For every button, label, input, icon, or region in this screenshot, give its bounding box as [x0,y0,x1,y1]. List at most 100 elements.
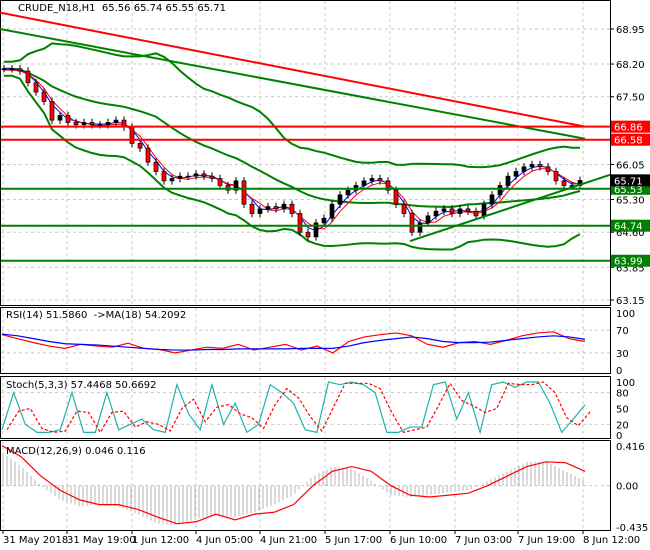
candle [513,171,519,177]
candle [161,171,167,182]
indicator-axis-label: 30 [616,349,629,360]
indicator-axis-label: 0 [616,431,622,442]
bollinger-upper [4,42,581,169]
candle [249,203,255,214]
price-axis-label: 63.15 [616,296,645,307]
candle [289,203,295,214]
candle [129,126,135,144]
candle [169,178,175,182]
candle [217,178,223,186]
stoch-title: Stoch(5,3,3) 57.4468 50.6692 [6,380,157,391]
candle [393,189,399,205]
candle [345,189,351,196]
candle [449,208,455,214]
candle [409,213,415,233]
candle [545,166,551,172]
candle [41,91,47,102]
candle [65,115,71,123]
candle [337,194,343,205]
indicator-axis-label: 0 [616,366,622,377]
candle [433,210,439,217]
candle [497,185,503,196]
indicator-axis-label: 0.00 [616,482,638,493]
candle [441,208,447,212]
indicator-axis-label: 100 [616,309,635,320]
time-label: 1 Jun 12:00 [132,535,189,546]
candle [193,173,199,177]
candle [561,180,567,186]
long-ma-red [0,11,586,128]
time-label: 7 Jun 19:00 [518,535,575,546]
indicator-axis-label: 80 [616,389,629,400]
candle [137,143,143,149]
long-ma-green [0,28,586,140]
indicator-axis-label: 0.416 [616,442,645,453]
rsi-line [1,331,586,354]
candle [401,203,407,214]
price-axis-label: 68.95 [616,25,645,36]
indicator-axis-label: -0.435 [616,523,648,534]
candle [369,178,375,182]
level-label: 66.58 [614,136,643,147]
candle [505,175,511,186]
candle [89,122,95,126]
candle [489,194,495,205]
candle [521,166,527,172]
candle [49,101,55,121]
candle [553,171,559,182]
macd-signal-line [1,445,586,525]
candle [529,164,535,168]
candle [105,122,111,126]
candle [257,208,263,214]
candle [241,180,247,205]
candle [297,213,303,233]
candle [1,68,7,71]
rsi-title: RSI(14) 51.5860 ->MA(18) 54.2092 [6,310,187,321]
candle [17,68,23,72]
candle [457,208,463,214]
candle [57,115,63,121]
candle [265,206,271,210]
time-label: 6 Jun 10:00 [390,535,447,546]
candle [425,215,431,224]
candle [305,231,311,238]
trading-chart[interactable]: 31 May 2018 31 May 19:00 1 Jun 12:00 4 Jun … [0,0,650,550]
candle [33,82,39,93]
candle [177,175,183,179]
candle [329,203,335,219]
candle [481,203,487,217]
candle [25,70,31,84]
candle [153,161,159,172]
candle [417,222,423,233]
time-label: 4 Jun 21:00 [260,535,317,546]
candle [73,122,79,126]
candle [9,68,15,71]
candle [361,180,367,186]
chart-svg[interactable]: 31 May 201831 May 19:001 Jun 12:00 4 Jun … [0,0,650,550]
price-axis-label: 67.50 [616,93,645,104]
time-label: 8 Jun 12:00 [583,535,640,546]
level-label: 64.74 [614,222,643,233]
candle [201,173,207,177]
symbol-title: CRUDE_N18,H1 65.56 65.74 65.55 65.71 [18,3,226,14]
candle [97,124,103,127]
time-label: 5 Jun 17:00 [325,535,382,546]
time-label: 31 May 2018 [3,535,68,546]
last-price-label: 65.71 [614,176,643,187]
candle [113,119,119,123]
candle [377,178,383,182]
candle [537,164,543,168]
candle [465,208,471,212]
price-axis-label: 66.05 [616,160,645,171]
candle [145,147,151,163]
candle [81,122,87,126]
candle [473,210,479,217]
candle [273,206,279,210]
macd-title: MACD(12,26,9) 0.046 0.116 [6,446,146,457]
indicator-axis-label: 70 [616,326,629,337]
price-axis-label: 65.30 [616,196,645,207]
candle [185,175,191,178]
level-label: 63.99 [614,257,643,268]
level-label: 66.86 [614,123,643,134]
price-axis-label: 68.20 [616,60,645,71]
